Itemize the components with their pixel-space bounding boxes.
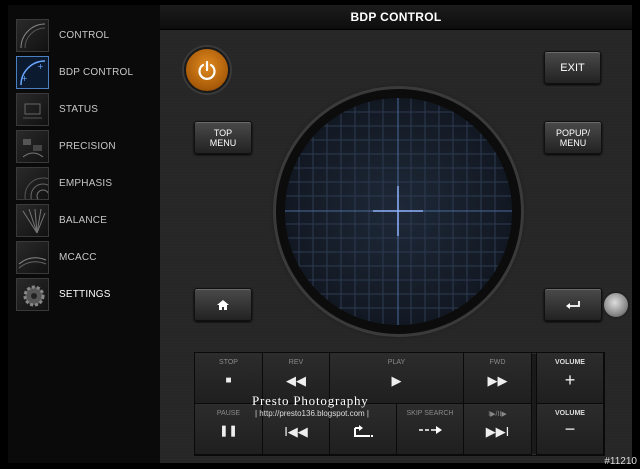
pad-grid[interactable] — [285, 98, 512, 325]
power-icon — [198, 60, 216, 80]
status-icon — [16, 93, 49, 126]
watermark-url: | http://presto136.blogspot.com | — [255, 409, 369, 418]
sidebar: CONTROL + + BDP CONTROL STATUS PRECISION … — [8, 5, 160, 463]
pause-button[interactable]: PAUSE ❚❚ — [195, 404, 263, 455]
pause-icon: ❚❚ — [219, 425, 238, 437]
minus-icon: − — [564, 419, 576, 439]
fwd-button[interactable]: FWD ▶▶ — [464, 353, 532, 404]
skip-search-label: SKIP SEARCH — [406, 410, 454, 417]
skip-back-icon: I◀◀ — [284, 424, 308, 439]
sidebar-item-status[interactable]: STATUS — [16, 92, 160, 127]
svg-text:+: + — [37, 62, 44, 71]
power-button[interactable] — [184, 47, 230, 93]
plus-icon: + — [564, 370, 576, 390]
skip-search-button[interactable]: SKIP SEARCH — [397, 404, 464, 455]
mcacc-icon — [16, 241, 49, 274]
skip-forward-icon: ▶▶I — [485, 424, 510, 439]
sidebar-item-label: BALANCE — [59, 215, 108, 226]
app-window: CONTROL + + BDP CONTROL STATUS PRECISION … — [0, 0, 640, 469]
sidebar-item-label: STATUS — [59, 104, 99, 115]
rev-label: REV — [288, 359, 304, 366]
page-title: BDP CONTROL — [350, 10, 442, 24]
svg-text:+: + — [21, 74, 28, 83]
sidebar-item-balance[interactable]: BALANCE — [16, 203, 160, 238]
image-badge: #11210 — [604, 456, 637, 467]
exit-button[interactable]: EXIT — [544, 51, 601, 84]
stop-label: STOP — [219, 359, 238, 366]
gear-icon — [16, 278, 49, 311]
sidebar-item-settings[interactable]: SETTINGS — [16, 277, 160, 312]
sidebar-item-control[interactable]: CONTROL — [16, 18, 160, 53]
title-bar: BDP CONTROL — [160, 5, 632, 30]
sidebar-item-emphasis[interactable]: EMPHASIS — [16, 166, 160, 201]
popup-menu-label: POPUP/ MENU — [555, 127, 590, 148]
main-panel: BDP CONTROL EXIT TOP MENU POPUP/ MENU ST… — [160, 5, 632, 463]
top-menu-label: TOP MENU — [209, 127, 237, 148]
sidebar-item-bdp-control[interactable]: + + BDP CONTROL — [16, 55, 160, 90]
sidebar-item-mcacc[interactable]: MCACC — [16, 240, 160, 275]
volume-down-label: VOLUME — [555, 410, 585, 417]
fwd-label: FWD — [489, 359, 506, 366]
balance-icon — [16, 204, 49, 237]
precision-icon — [16, 130, 49, 163]
emphasis-icon — [16, 167, 49, 200]
play-label: PLAY — [387, 359, 406, 366]
sidebar-item-label: BDP CONTROL — [59, 67, 134, 78]
volume-down-button[interactable]: VOLUME − — [536, 404, 604, 455]
home-icon — [217, 299, 229, 310]
popup-menu-button[interactable]: POPUP/ MENU — [544, 121, 602, 154]
arc-gauge-icon — [16, 19, 49, 52]
quadrant-pad-icon: + + — [16, 56, 49, 89]
watermark-name: Presto Photography — [252, 393, 369, 408]
volume-up-label: VOLUME — [555, 359, 585, 366]
sidebar-item-label: SETTINGS — [59, 289, 111, 300]
top-menu-button[interactable]: TOP MENU — [194, 121, 252, 154]
skip-search-icon — [397, 424, 463, 439]
replay-icon — [330, 424, 396, 443]
assistive-touch-knob[interactable] — [602, 291, 630, 319]
pause-label: PAUSE — [216, 410, 241, 417]
step-skip-button[interactable]: I▶/II▶ ▶▶I — [464, 404, 532, 455]
return-button[interactable] — [544, 288, 602, 321]
step-label: I▶/II▶ — [488, 411, 507, 418]
sidebar-item-label: MCACC — [59, 252, 97, 263]
grid-crosshair — [285, 98, 512, 325]
home-button[interactable] — [194, 288, 252, 321]
sidebar-item-precision[interactable]: PRECISION — [16, 129, 160, 164]
stop-icon: ■ — [225, 375, 232, 386]
return-icon — [566, 300, 580, 309]
volume-up-button[interactable]: VOLUME + — [536, 353, 604, 404]
sidebar-item-label: EMPHASIS — [59, 178, 113, 189]
fast-forward-icon: ▶▶ — [487, 373, 508, 388]
direction-pad[interactable] — [276, 89, 521, 334]
play-icon: ▶ — [391, 373, 402, 388]
sidebar-item-label: PRECISION — [59, 141, 116, 152]
rewind-icon: ◀◀ — [286, 373, 306, 388]
sidebar-item-label: CONTROL — [59, 30, 110, 41]
